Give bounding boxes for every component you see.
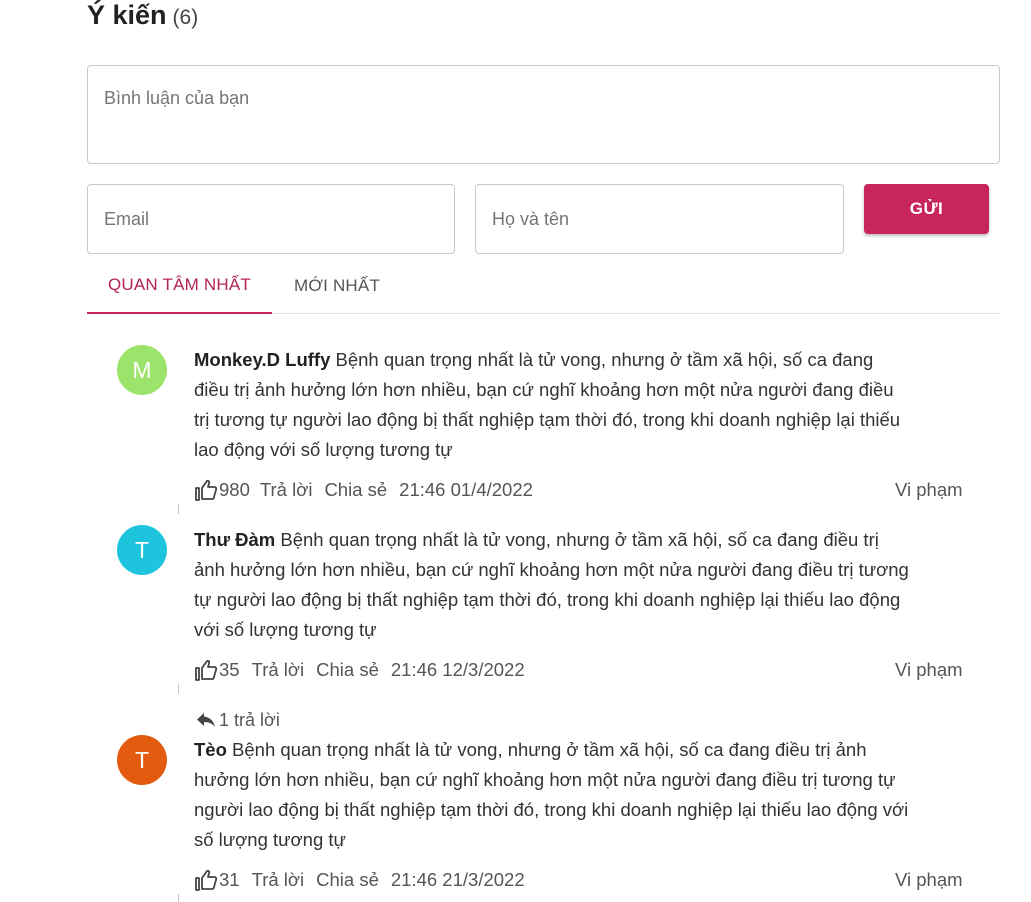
comment-actions: 31 Trả lời Chia sẻ 21:46 21/3/2022 [194, 865, 525, 895]
avatar: T [117, 525, 167, 575]
thumbs-up-icon [195, 659, 218, 681]
like-count: 31 [219, 869, 240, 890]
comment-timestamp: 21:46 01/4/2022 [399, 479, 533, 500]
like-button[interactable]: 35 [194, 659, 240, 681]
comment-author[interactable]: Monkey.D Luffy [194, 349, 330, 370]
thumbs-up-icon [195, 479, 218, 501]
comment-count: (6) [172, 6, 199, 29]
like-count: 35 [219, 659, 240, 680]
comment-author[interactable]: Tèo [194, 739, 227, 760]
name-field-box[interactable] [475, 184, 844, 254]
report-link[interactable]: Vi phạm [895, 475, 963, 505]
comment-text: Bệnh quan trọng nhất là tử vong, nhưng ở… [194, 529, 909, 640]
reply-link[interactable]: Trả lời [260, 479, 313, 501]
share-link[interactable]: Chia sẻ [324, 479, 387, 501]
thumbs-up-icon [195, 869, 218, 891]
thread-divider [178, 894, 179, 902]
thread-divider [178, 684, 179, 694]
like-count: 980 [219, 479, 250, 500]
comment-timestamp: 21:46 21/3/2022 [390, 869, 525, 890]
avatar-letter: T [134, 536, 150, 563]
comment-body: Tèo Bệnh quan trọng nhất là tử vong, như… [194, 735, 910, 855]
comment-input[interactable] [88, 66, 999, 163]
reply-link[interactable]: Trả lời [252, 869, 305, 891]
comments-heading: Ý kiến (6) [87, 0, 198, 36]
comment-actions: 980 Trả lời Chia sẻ 21:46 01/4/2022 [194, 475, 533, 505]
avatar: M [117, 345, 167, 395]
comment-actions: 35 Trả lời Chia sẻ 21:46 12/3/2022 [194, 655, 525, 685]
email-field[interactable] [88, 185, 454, 253]
reply-arrow-icon [197, 713, 215, 727]
comment-input-box[interactable] [87, 65, 1000, 164]
comment-body: Thư Đàm Bệnh quan trọng nhất là tử vong,… [194, 525, 910, 645]
avatar-letter: T [134, 746, 150, 773]
thread-divider [178, 504, 179, 514]
comment-text: Bệnh quan trọng nhất là tử vong, nhưng ở… [194, 739, 909, 850]
sort-tabs: QUAN TÂM NHẤT MỚI NHẤT [87, 258, 1000, 314]
comment-author[interactable]: Thư Đàm [194, 529, 275, 550]
avatar-letter: M [132, 356, 152, 383]
send-button[interactable]: GỬI [864, 184, 989, 234]
email-field-box[interactable] [87, 184, 455, 254]
replies-count-label: 1 trả lời [219, 709, 280, 730]
share-link[interactable]: Chia sẻ [316, 869, 379, 891]
share-link[interactable]: Chia sẻ [316, 659, 379, 681]
comment-timestamp: 21:46 12/3/2022 [390, 659, 525, 680]
report-link[interactable]: Vi phạm [895, 865, 963, 895]
tab-most-interested[interactable]: QUAN TÂM NHẤT [87, 258, 272, 314]
name-field[interactable] [476, 185, 843, 253]
report-link[interactable]: Vi phạm [895, 655, 963, 685]
like-button[interactable]: 31 [194, 869, 240, 891]
like-button[interactable]: 980 [194, 479, 250, 501]
tab-newest[interactable]: MỚI NHẤT [272, 258, 402, 314]
page-title: Ý kiến [87, 0, 167, 30]
avatar: T [117, 735, 167, 785]
view-replies-button[interactable]: 1 trả lời [196, 706, 280, 734]
reply-link[interactable]: Trả lời [252, 659, 305, 681]
comment-body: Monkey.D Luffy Bệnh quan trọng nhất là t… [194, 345, 910, 465]
